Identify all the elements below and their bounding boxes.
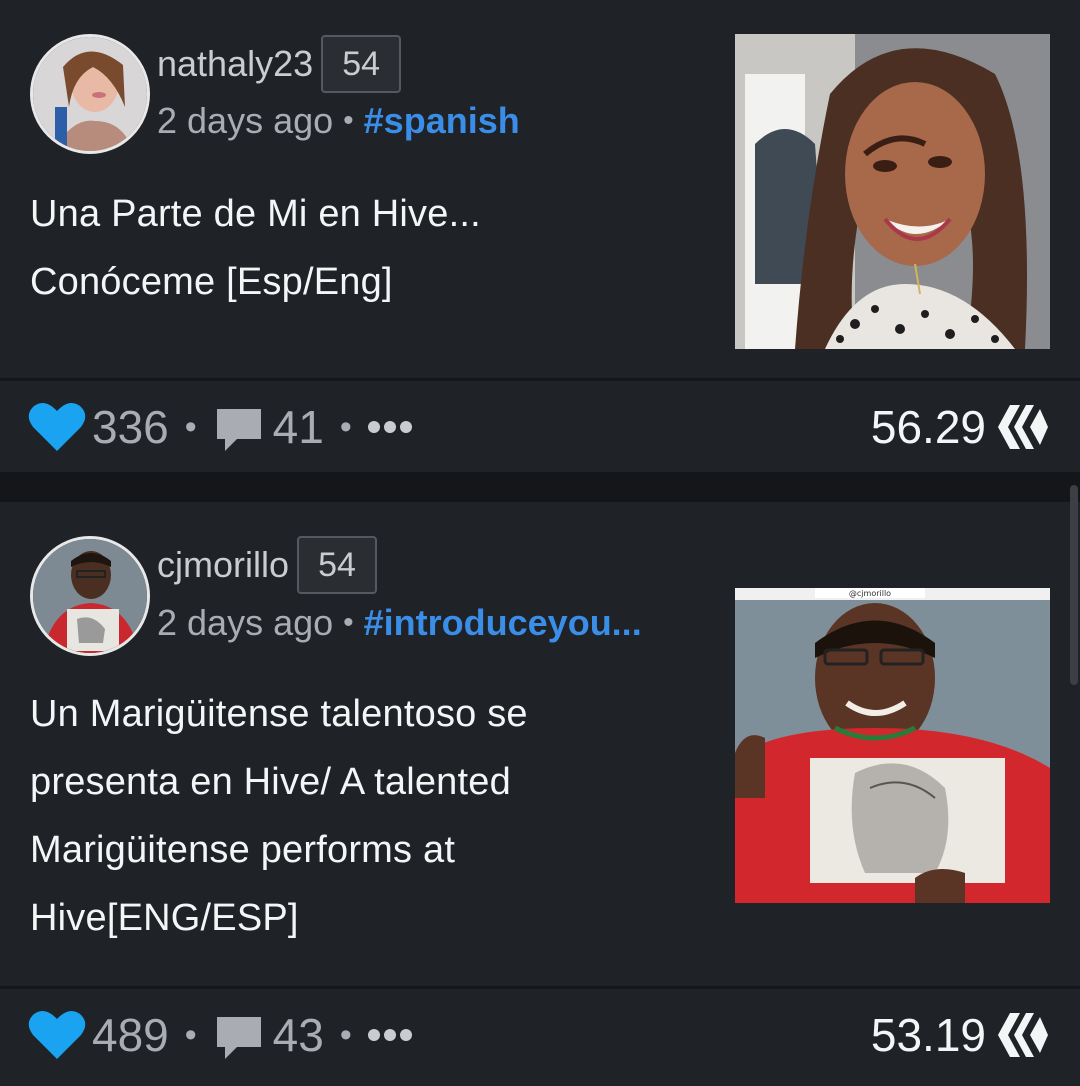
comment-count[interactable]: 43 bbox=[273, 1008, 324, 1062]
vote-count[interactable]: 489 bbox=[92, 1008, 169, 1062]
payout[interactable]: 53.19 bbox=[871, 990, 1050, 1080]
post-thumbnail-photo-icon bbox=[735, 34, 1050, 349]
post-thumbnail-photo-icon: @cjmorillo bbox=[735, 588, 1050, 903]
post-title[interactable]: Un Marigüitense talentoso se presenta en… bbox=[30, 680, 690, 952]
author-avatar[interactable] bbox=[30, 536, 150, 656]
more-icon[interactable] bbox=[367, 1029, 416, 1041]
scrollbar[interactable] bbox=[1070, 485, 1078, 685]
more-icon[interactable] bbox=[367, 421, 416, 433]
hive-logo-icon bbox=[998, 405, 1048, 449]
post-title-line: Un Marigüitense talentoso se bbox=[30, 693, 528, 735]
avatar-photo-icon bbox=[33, 539, 147, 653]
avatar-photo-icon bbox=[33, 37, 147, 151]
hive-logo-icon bbox=[998, 1013, 1048, 1057]
action-separator: • bbox=[339, 1015, 352, 1054]
post-tag[interactable]: #spanish bbox=[364, 100, 520, 142]
card-divider bbox=[0, 986, 1080, 989]
post-card[interactable]: nathaly23 54 2 days ago • #spanish Una P… bbox=[0, 0, 1080, 472]
post-time: 2 days ago bbox=[157, 602, 334, 643]
card-divider bbox=[0, 378, 1080, 381]
post-feed: nathaly23 54 2 days ago • #spanish Una P… bbox=[0, 0, 1080, 1086]
post-title-line: presenta en Hive/ A talented bbox=[30, 761, 511, 803]
payout-value: 56.29 bbox=[870, 401, 986, 453]
payout-value: 53.19 bbox=[870, 1009, 986, 1061]
reputation-badge: 54 bbox=[321, 35, 402, 93]
author-name[interactable]: cjmorillo bbox=[157, 547, 289, 583]
post-title[interactable]: Una Parte de Mi en Hive... Conóceme [Esp… bbox=[30, 180, 690, 316]
comment-icon[interactable] bbox=[213, 1013, 265, 1063]
author-avatar[interactable] bbox=[30, 34, 150, 154]
comment-icon[interactable] bbox=[213, 405, 265, 455]
post-actions: 336 • 41 • 56.29 bbox=[0, 382, 1080, 472]
heart-icon[interactable] bbox=[28, 401, 86, 453]
post-card[interactable]: cjmorillo 54 2 days ago • #introduceyou.… bbox=[0, 502, 1080, 1086]
payout[interactable]: 56.29 bbox=[871, 382, 1050, 472]
author-name[interactable]: nathaly23 bbox=[157, 46, 313, 82]
post-title-line: Hive[ENG/ESP] bbox=[30, 897, 299, 939]
post-actions: 489 • 43 • 53.19 bbox=[0, 990, 1080, 1080]
meta-separator: • bbox=[343, 104, 354, 137]
comment-count[interactable]: 41 bbox=[273, 400, 324, 454]
meta-separator: • bbox=[343, 606, 354, 639]
reputation-badge: 54 bbox=[297, 536, 378, 594]
vote-count[interactable]: 336 bbox=[92, 400, 169, 454]
post-title-line: Una Parte de Mi en Hive... bbox=[30, 193, 481, 235]
action-separator: • bbox=[184, 1015, 197, 1054]
post-tag[interactable]: #introduceyou... bbox=[364, 602, 642, 644]
post-thumbnail[interactable] bbox=[735, 34, 1050, 349]
post-thumbnail[interactable]: @cjmorillo bbox=[735, 588, 1050, 903]
action-separator: • bbox=[339, 407, 352, 446]
post-time: 2 days ago bbox=[157, 100, 334, 141]
heart-icon[interactable] bbox=[28, 1009, 86, 1061]
post-title-line: Conóceme [Esp/Eng] bbox=[30, 261, 393, 303]
post-title-line: Marigüitense performs at bbox=[30, 829, 456, 871]
thumbnail-caption: @cjmorillo bbox=[849, 589, 891, 598]
action-separator: • bbox=[184, 407, 197, 446]
